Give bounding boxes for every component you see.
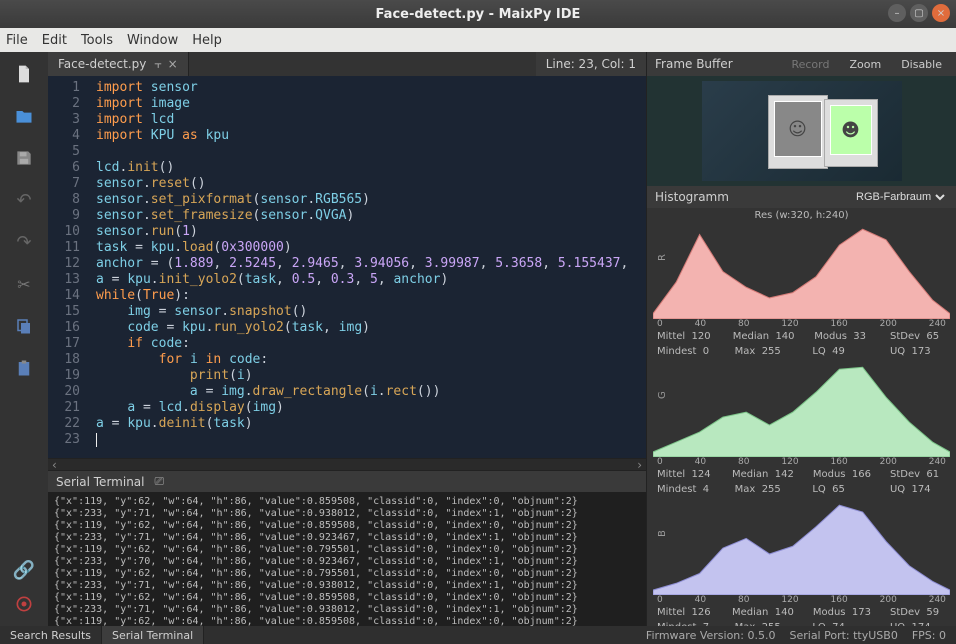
editor-hscrollbar[interactable]: ‹ › xyxy=(48,458,646,470)
histogram-stats-top: Mittel 120Median 140Modus 33StDev 65 xyxy=(653,329,950,344)
histogram-R: R04080120160200240Mittel 120Median 140Mo… xyxy=(653,223,950,359)
zoom-button[interactable]: Zoom xyxy=(843,56,887,73)
open-folder-icon[interactable] xyxy=(12,104,36,128)
histogram-title: Histogramm xyxy=(655,190,729,204)
code-area[interactable]: import sensor import image import lcd im… xyxy=(88,76,646,458)
resolution-label: Res (w:320, h:240) xyxy=(647,208,956,223)
copy-icon[interactable] xyxy=(12,314,36,338)
histogram-stats-top: Mittel 124Median 142Modus 166StDev 61 xyxy=(653,467,950,482)
menubar: File Edit Tools Window Help xyxy=(0,28,956,52)
paste-icon[interactable] xyxy=(12,356,36,380)
framebuffer-header: Frame Buffer Record Zoom Disable xyxy=(647,52,956,76)
histogram-chart-B: B xyxy=(653,499,950,595)
histogram-G: G04080120160200240Mittel 124Median 142Mo… xyxy=(653,361,950,497)
target-icon[interactable] xyxy=(12,592,36,616)
cursor-position: Line: 23, Col: 1 xyxy=(536,52,646,76)
record-button[interactable]: Record xyxy=(785,56,835,73)
framebuffer-title: Frame Buffer xyxy=(655,57,733,71)
editor-column: Face-detect.py ⫟ × Line: 23, Col: 1 1234… xyxy=(48,52,646,626)
close-button[interactable]: × xyxy=(932,4,950,22)
split-icon[interactable]: ⫟ xyxy=(154,57,161,72)
histogram-stats-bot: Mindest 4Max 255LQ 65UQ 174 xyxy=(653,482,950,497)
histogram-header: Histogramm RGB-Farbraum xyxy=(647,186,956,208)
code-editor[interactable]: 1234567891011121314151617181920212223 im… xyxy=(48,76,646,458)
redo-icon[interactable]: ↷ xyxy=(12,230,36,254)
right-panel: Frame Buffer Record Zoom Disable ☺ ☻ His… xyxy=(646,52,956,626)
cut-icon[interactable]: ✂ xyxy=(12,272,36,296)
window-title: Face-detect.py - MaixPy IDE xyxy=(376,7,581,22)
menu-edit[interactable]: Edit xyxy=(42,33,67,48)
maximize-button[interactable]: ▢ xyxy=(910,4,928,22)
histogram-stats-top: Mittel 126Median 140Modus 173StDev 59 xyxy=(653,605,950,620)
disable-button[interactable]: Disable xyxy=(895,56,948,73)
serial-port: Serial Port: ttyUSB0 xyxy=(789,629,897,642)
framebuffer-image[interactable]: ☺ ☻ xyxy=(647,76,956,186)
menu-window[interactable]: Window xyxy=(127,33,178,48)
menu-tools[interactable]: Tools xyxy=(81,33,113,48)
sidebar: ↶ ↷ ✂ 🔗 xyxy=(0,52,48,626)
statusbar-tab-terminal[interactable]: Serial Terminal xyxy=(102,626,204,644)
histogram-ticks: 04080120160200240 xyxy=(653,595,950,605)
fps-indicator: FPS: 0 xyxy=(912,629,946,642)
terminal-title: Serial Terminal xyxy=(56,475,144,489)
minimize-button[interactable]: – xyxy=(888,4,906,22)
connect-icon[interactable]: 🔗 xyxy=(12,558,36,582)
statusbar: Search Results Serial Terminal Firmware … xyxy=(0,626,956,644)
histogram-stats-bot: Mindest 0Max 255LQ 49UQ 173 xyxy=(653,344,950,359)
histogram-stats-bot: Mindest 7Max 255LQ 74UQ 174 xyxy=(653,620,950,626)
titlebar: Face-detect.py - MaixPy IDE – ▢ × xyxy=(0,0,956,28)
colorspace-select[interactable]: RGB-Farbraum xyxy=(852,190,948,204)
editor-tabs: Face-detect.py ⫟ × Line: 23, Col: 1 xyxy=(48,52,646,76)
histogram-chart-R: R xyxy=(653,223,950,319)
tab-active[interactable]: Face-detect.py ⫟ × xyxy=(48,52,189,76)
new-file-icon[interactable] xyxy=(12,62,36,86)
statusbar-tab-search[interactable]: Search Results xyxy=(0,626,102,644)
terminal-header: Serial Terminal ⎚ xyxy=(48,470,646,492)
histogram-area: R04080120160200240Mittel 120Median 140Mo… xyxy=(647,223,956,626)
tab-label: Face-detect.py xyxy=(58,57,146,71)
histogram-ticks: 04080120160200240 xyxy=(653,319,950,329)
undo-icon[interactable]: ↶ xyxy=(12,188,36,212)
save-icon[interactable] xyxy=(12,146,36,170)
line-gutter: 1234567891011121314151617181920212223 xyxy=(48,76,88,458)
menu-file[interactable]: File xyxy=(6,33,28,48)
serial-terminal[interactable]: {"x":119, "y":62, "w":64, "h":86, "value… xyxy=(48,492,646,626)
histogram-ticks: 04080120160200240 xyxy=(653,457,950,467)
menu-help[interactable]: Help xyxy=(192,33,222,48)
histogram-B: B04080120160200240Mittel 126Median 140Mo… xyxy=(653,499,950,626)
sidebar-bottom: 🔗 xyxy=(12,558,36,616)
terminal-clear-icon[interactable]: ⎚ xyxy=(154,474,164,489)
firmware-version: Firmware Version: 0.5.0 xyxy=(646,629,776,642)
window-buttons: – ▢ × xyxy=(888,4,950,22)
main-body: ↶ ↷ ✂ 🔗 Face-detect.py ⫟ × Line: 23, Col… xyxy=(0,52,956,626)
close-tab-icon[interactable]: × xyxy=(168,57,178,71)
histogram-chart-G: G xyxy=(653,361,950,457)
